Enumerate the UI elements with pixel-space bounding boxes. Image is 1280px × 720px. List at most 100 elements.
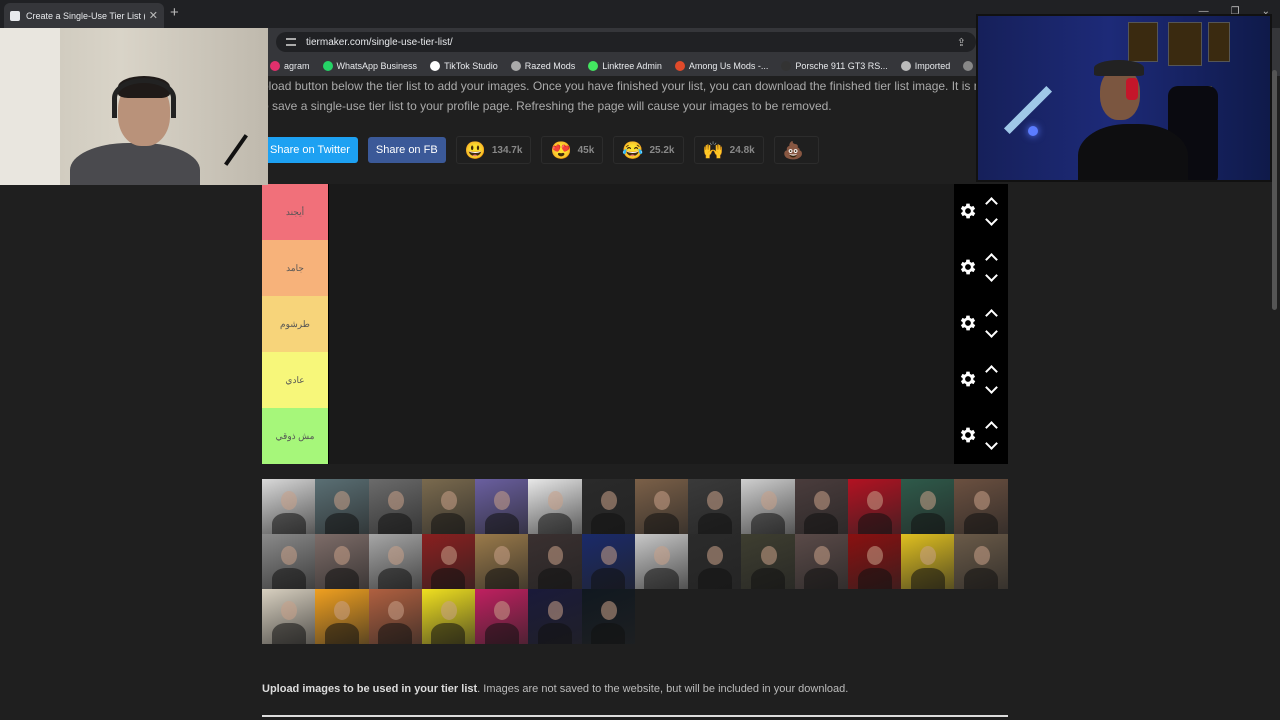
bookmark-item[interactable]: Linktree Admin: [588, 61, 662, 71]
bookmark-item[interactable]: Among Us Mods -...: [674, 61, 768, 71]
chevron-down-icon[interactable]: [985, 437, 998, 450]
webcam-left: [0, 28, 268, 185]
tier-image-thumbnail[interactable]: [475, 589, 529, 644]
chevron-up-icon[interactable]: [985, 365, 998, 378]
chevron-up-icon[interactable]: [985, 309, 998, 322]
bookmark-item[interactable]: Imported: [900, 61, 950, 71]
portrait-body: [857, 568, 892, 589]
gear-icon[interactable]: [958, 313, 978, 333]
tier-image-thumbnail[interactable]: [741, 534, 795, 589]
tier-label[interactable]: طرشوم: [262, 296, 329, 352]
reaction-button[interactable]: 🙌 24.8k: [693, 136, 764, 164]
tier-drop-area[interactable]: [329, 184, 954, 240]
reaction-button[interactable]: 😂 25.2k: [613, 136, 684, 164]
tier-image-thumbnail[interactable]: [688, 534, 742, 589]
portrait-head: [547, 546, 564, 565]
new-tab-button[interactable]: +: [170, 4, 179, 21]
tier-label[interactable]: مش ذوقي: [262, 408, 329, 464]
tier-image-thumbnail[interactable]: [528, 479, 582, 534]
tier-image-thumbnail[interactable]: [581, 479, 635, 534]
tier-image-thumbnail[interactable]: [954, 479, 1008, 534]
gear-icon[interactable]: [958, 257, 978, 277]
gear-icon[interactable]: [958, 369, 978, 389]
chevron-down-icon[interactable]: [985, 213, 998, 226]
tier-image-thumbnail[interactable]: [368, 534, 422, 589]
reaction-button[interactable]: 💩: [773, 136, 819, 164]
bookmark-item[interactable]: Porsche 911 GT3 RS...: [781, 61, 888, 71]
portrait-body: [591, 623, 626, 644]
tier-image-thumbnail[interactable]: [315, 534, 369, 589]
upload-box[interactable]: [262, 715, 1008, 720]
tier-image-thumbnail[interactable]: [901, 534, 955, 589]
tier-image-thumbnail[interactable]: [847, 479, 902, 534]
portrait-body: [378, 623, 413, 644]
tier-label[interactable]: جامد: [262, 240, 329, 296]
bookmark-item[interactable]: TikTok Studio: [430, 61, 498, 71]
tier-label[interactable]: عادي: [262, 352, 329, 408]
browser-tab[interactable]: Create a Single-Use Tier List (Pri ✕: [4, 3, 164, 28]
tier-image-thumbnail[interactable]: [847, 534, 902, 589]
tier-image-thumbnail[interactable]: [262, 479, 316, 534]
tier-image-thumbnail[interactable]: [475, 479, 529, 534]
reaction-button[interactable]: 😃 134.7k: [455, 136, 532, 164]
chevron-down-icon[interactable]: [985, 269, 998, 282]
tier-drop-area[interactable]: [329, 296, 954, 352]
share-page-icon[interactable]: ⇪: [957, 36, 966, 49]
portrait-head: [654, 491, 670, 510]
share-twitter-button[interactable]: Share on Twitter: [262, 137, 358, 163]
tier-image-thumbnail[interactable]: [634, 479, 689, 534]
tier-image-thumbnail[interactable]: [315, 589, 369, 644]
gear-icon[interactable]: [958, 425, 978, 445]
tier-image-thumbnail[interactable]: [741, 479, 795, 534]
tier-image-thumbnail[interactable]: [421, 479, 476, 534]
tier-image-thumbnail[interactable]: [581, 589, 635, 644]
tier-drop-area[interactable]: [329, 408, 954, 464]
tier-image-thumbnail[interactable]: [368, 589, 422, 644]
tier-image-thumbnail[interactable]: [634, 534, 689, 589]
portrait-head: [760, 546, 777, 565]
tier-image-thumbnail[interactable]: [688, 479, 742, 534]
tier-label[interactable]: أيجند: [262, 184, 329, 240]
page-scrollbar[interactable]: [1272, 70, 1277, 310]
address-bar[interactable]: tiermaker.com/single-use-tier-list/ ⇪: [276, 32, 976, 52]
tier-image-thumbnail[interactable]: [528, 589, 582, 644]
tier-image-thumbnail[interactable]: [421, 589, 476, 644]
tier-image-thumbnail[interactable]: [954, 534, 1008, 589]
tier-image-thumbnail[interactable]: [262, 534, 316, 589]
close-tab-icon[interactable]: ✕: [149, 9, 158, 22]
tab-title: Create a Single-Use Tier List (Pri: [26, 10, 145, 21]
chevron-up-icon[interactable]: [985, 197, 998, 210]
tier-image-thumbnail[interactable]: [421, 534, 476, 589]
tier-image-thumbnail[interactable]: [581, 534, 635, 589]
bookmark-item[interactable]: Razed Mods: [510, 61, 576, 71]
portrait-head: [387, 491, 404, 510]
chevron-down-icon[interactable]: [985, 325, 998, 338]
tier-image-thumbnail[interactable]: [901, 479, 955, 534]
site-info-icon[interactable]: [286, 38, 296, 46]
portrait-head: [600, 491, 617, 510]
chevron-up-icon[interactable]: [985, 421, 998, 434]
tier-image-thumbnail[interactable]: [794, 479, 848, 534]
tier-image-thumbnail[interactable]: [794, 534, 848, 589]
gear-icon[interactable]: [958, 201, 978, 221]
tier-row: عادي: [262, 352, 1008, 408]
reaction-button[interactable]: 😍 45k: [541, 136, 604, 164]
tier-image-thumbnail[interactable]: [528, 534, 582, 589]
share-facebook-button[interactable]: Share on FB: [367, 137, 446, 163]
portrait-head: [281, 491, 298, 510]
tier-image-thumbnail[interactable]: [475, 534, 529, 589]
chevron-down-icon[interactable]: [985, 381, 998, 394]
tier-drop-area[interactable]: [329, 352, 954, 408]
chevron-up-icon[interactable]: [985, 253, 998, 266]
portrait-body: [484, 623, 519, 644]
tier-image-thumbnail[interactable]: [262, 589, 316, 644]
portrait-body: [271, 513, 306, 534]
portrait-body: [697, 513, 732, 534]
bookmark-label: Razed Mods: [524, 61, 576, 71]
tier-image-thumbnail[interactable]: [315, 479, 369, 534]
tier-drop-area[interactable]: [329, 240, 954, 296]
portrait-head: [973, 546, 990, 565]
tier-image-thumbnail[interactable]: [368, 479, 422, 534]
bookmark-item[interactable]: WhatsApp Business: [322, 61, 417, 71]
bookmark-item[interactable]: agram: [270, 61, 310, 71]
